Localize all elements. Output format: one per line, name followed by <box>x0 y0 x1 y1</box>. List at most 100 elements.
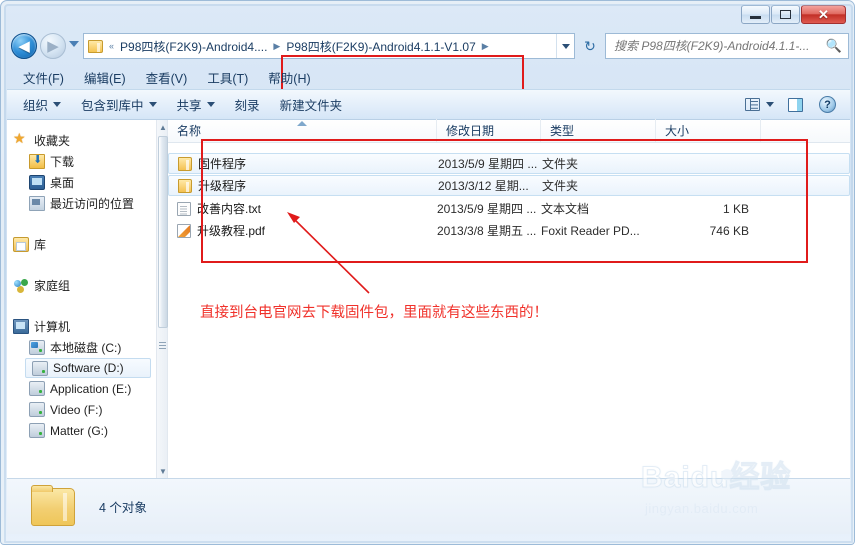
menu-bar: 文件(F) 编辑(E) 查看(V) 工具(T) 帮助(H) <box>1 65 854 89</box>
file-list-view: 名称 修改日期 类型 大小 固件程序 2013/5/9 星期四 ... 文件夹 <box>168 119 850 478</box>
tree-item-favorites[interactable]: 收藏夹 <box>7 130 155 151</box>
navigation-pane: 收藏夹 下载 桌面 最近访问的位置 库 <box>7 120 155 478</box>
chevron-down-icon <box>206 102 215 107</box>
annotation-text: 直接到台电官网去下载固件包，里面就有这些东西的！ <box>200 305 548 321</box>
recent-places-icon <box>29 196 45 211</box>
share-with-button[interactable]: 共享 <box>177 95 215 114</box>
computer-icon <box>13 319 29 334</box>
tree-label-computer: 计算机 <box>34 320 71 334</box>
refresh-icon: ↻ <box>584 37 596 54</box>
maximize-button[interactable] <box>771 5 800 24</box>
address-bar[interactable]: « P98四核(F2K9)-Android4.... ▶ P98四核(F2K9)… <box>83 33 575 59</box>
tree-item-application-e[interactable]: Application (E:) <box>7 378 155 399</box>
file-name-label: 改善内容.txt <box>197 202 262 216</box>
tree-item-video-f[interactable]: Video (F:) <box>7 399 155 420</box>
column-header-row: 名称 修改日期 类型 大小 <box>168 119 850 143</box>
title-bar: ✕ <box>1 1 854 27</box>
menu-item-edit[interactable]: 编辑(E) <box>84 68 126 87</box>
column-header-type[interactable]: 类型 <box>541 119 656 142</box>
tree-item-recent-places[interactable]: 最近访问的位置 <box>7 193 155 214</box>
command-bar: 组织 包含到库中 共享 刻录 新建文件夹 ? <box>7 89 850 120</box>
menu-item-help[interactable]: 帮助(H) <box>268 68 310 87</box>
file-name-label: 升级教程.pdf <box>197 224 266 238</box>
help-icon[interactable]: ? <box>819 96 836 113</box>
menu-item-tools[interactable]: 工具(T) <box>207 68 248 87</box>
star-icon <box>13 130 29 148</box>
chevron-right-icon-1[interactable]: ▶ <box>270 41 283 52</box>
file-type-cell: Foxit Reader PD... <box>541 223 640 238</box>
back-button[interactable]: ◀ <box>11 33 37 59</box>
scrollbar-thumb[interactable] <box>158 136 168 328</box>
column-header-filler <box>761 119 850 142</box>
drive-icon <box>29 423 45 438</box>
file-name-label: 升级程序 <box>198 179 247 193</box>
list-view-icon[interactable] <box>745 98 760 111</box>
tree-spacer-3 <box>7 296 155 306</box>
burn-button[interactable]: 刻录 <box>235 95 260 114</box>
preview-pane-icon[interactable] <box>788 97 803 112</box>
drive-icon <box>29 402 45 417</box>
tree-label-video-f: Video (F:) <box>50 402 103 417</box>
tree-label-recent-places: 最近访问的位置 <box>50 197 135 211</box>
tree-item-local-disk-c[interactable]: 本地磁盘 (C:) <box>7 337 155 358</box>
file-type-cell: 文件夹 <box>542 157 579 171</box>
table-row[interactable]: 改善内容.txt 2013/5/9 星期四 ... 文本文档 1 KB <box>168 198 850 219</box>
minimize-icon <box>750 16 761 19</box>
search-icon[interactable]: 🔍 <box>826 38 842 54</box>
tree-item-libraries[interactable]: 库 <box>7 234 155 255</box>
tree-label-favorites: 收藏夹 <box>34 134 71 148</box>
include-in-library-button[interactable]: 包含到库中 <box>81 95 157 114</box>
recent-pages-dropdown-icon[interactable] <box>69 41 79 47</box>
table-row[interactable]: 升级教程.pdf 2013/3/8 星期五 ... Foxit Reader P… <box>168 220 850 241</box>
file-date-cell: 2013/5/9 星期四 ... <box>437 202 537 216</box>
organize-button[interactable]: 组织 <box>23 95 62 114</box>
scrollbar-grip-icon <box>159 342 166 349</box>
nav-pane-scrollbar[interactable]: ▲ ▼ <box>156 120 168 478</box>
tree-label-matter-g: Matter (G:) <box>50 423 109 438</box>
tree-spacer-3b <box>7 306 155 316</box>
column-header-date[interactable]: 修改日期 <box>437 119 541 142</box>
chevron-right-icon-2[interactable]: ▶ <box>479 41 492 52</box>
tree-item-software-d[interactable]: Software (D:) <box>25 358 151 378</box>
new-folder-button[interactable]: 新建文件夹 <box>280 95 343 114</box>
chevron-down-icon <box>561 43 570 49</box>
tree-label-local-disk-c: 本地磁盘 (C:) <box>50 341 122 355</box>
search-box[interactable]: 🔍 <box>605 33 849 59</box>
column-header-name-label: 名称 <box>177 124 202 138</box>
close-button[interactable]: ✕ <box>801 5 846 24</box>
search-input[interactable] <box>614 39 824 53</box>
tree-label-software-d: Software (D:) <box>53 361 124 375</box>
close-icon: ✕ <box>818 7 829 22</box>
minimize-button[interactable] <box>741 5 770 24</box>
chevron-down-icon[interactable] <box>766 102 774 107</box>
address-dropdown-button[interactable] <box>556 34 574 58</box>
table-row[interactable]: 升级程序 2013/3/12 星期... 文件夹 <box>168 175 850 196</box>
tree-label-homegroup: 家庭组 <box>34 279 71 293</box>
pdf-file-icon <box>177 223 191 238</box>
address-bar-row: ◀ ▶ « P98四核(F2K9)-Android4.... ▶ P98四核(F… <box>1 29 854 93</box>
menu-item-view[interactable]: 查看(V) <box>146 68 188 87</box>
column-header-size[interactable]: 大小 <box>656 119 761 142</box>
tree-label-libraries: 库 <box>34 238 47 252</box>
refresh-button[interactable]: ↻ <box>579 34 601 58</box>
tree-item-desktop[interactable]: 桌面 <box>7 172 155 193</box>
tree-spacer-1 <box>7 214 155 224</box>
maximize-icon <box>780 10 791 19</box>
column-header-name[interactable]: 名称 <box>168 119 437 142</box>
breadcrumb-item-parent[interactable]: P98四核(F2K9)-Android4.... <box>117 35 270 57</box>
share-with-label: 共享 <box>176 99 202 113</box>
desktop-icon <box>29 175 45 190</box>
tree-item-homegroup[interactable]: 家庭组 <box>7 275 155 296</box>
breadcrumb-overflow-icon[interactable]: « <box>106 41 117 51</box>
file-name-label: 固件程序 <box>198 157 247 171</box>
menu-item-file[interactable]: 文件(F) <box>23 68 64 87</box>
folder-icon <box>31 484 75 526</box>
file-type-cell: 文本文档 <box>541 202 590 216</box>
tree-item-matter-g[interactable]: Matter (G:) <box>7 420 155 441</box>
breadcrumb-item-current[interactable]: P98四核(F2K9)-Android4.1.1-V1.07 <box>283 35 478 57</box>
folder-icon <box>178 178 192 193</box>
tree-item-downloads[interactable]: 下载 <box>7 151 155 172</box>
table-row[interactable]: 固件程序 2013/5/9 星期四 ... 文件夹 <box>168 153 850 174</box>
forward-button[interactable]: ▶ <box>40 33 66 59</box>
tree-item-computer[interactable]: 计算机 <box>7 316 155 337</box>
